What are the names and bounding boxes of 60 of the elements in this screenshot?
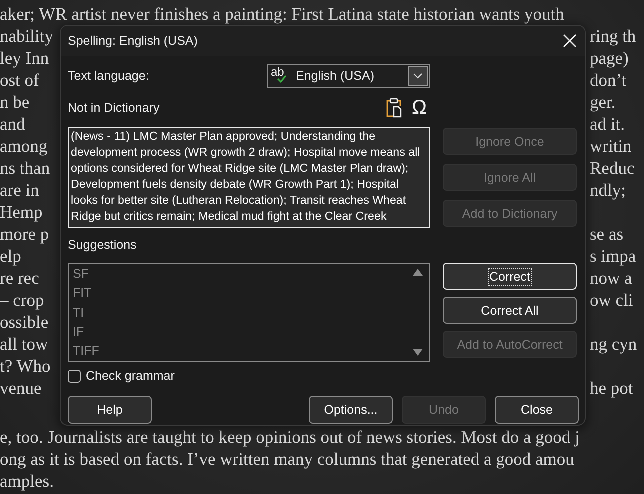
special-character-icon[interactable]: Ω (412, 98, 427, 118)
document-text: ring th (590, 25, 638, 47)
document-text: ad it. (590, 113, 626, 135)
document-text: nability (0, 25, 54, 47)
scroll-up-icon[interactable] (413, 269, 423, 276)
document-text: ost of (0, 69, 40, 91)
document-text: ger. (590, 91, 617, 113)
document-text: ndly; (590, 179, 627, 201)
section-label: Not in Dictionary (68, 101, 160, 115)
suggestion-item[interactable]: TIFF (73, 342, 425, 362)
suggestion-list[interactable]: SF FIT TI IF TIFF (68, 263, 430, 362)
language-dropdown[interactable]: ab English (USA) (267, 64, 430, 88)
document-text: page) (590, 47, 630, 69)
chevron-down-icon (413, 73, 423, 79)
document-text: amples. (0, 470, 54, 492)
suggestion-item[interactable]: SF (73, 265, 425, 284)
window-title: Spelling: English (USA) (68, 34, 198, 48)
suggestion-item[interactable]: TI (73, 304, 425, 323)
document-text: – crop (0, 289, 44, 311)
document-text: se as (590, 223, 625, 245)
document-text: elp (0, 245, 22, 267)
text-area[interactable]: (News - 11) LMC Master Plan approved; Understanding the development process (WR growth 2 draw); Hospital move means all options considered for Wheat Ridge site (LMC Master Plan draw); Development fuels density debate (WR Growth Part 1); Hospital looks for better site (Lutheran Relocation); Transit reaches Wheat Ridge but critics remain; Medical mud fight at the Clear Creek (68, 127, 430, 228)
document-text: ns than (0, 157, 50, 179)
document-text: Hemp (0, 201, 43, 223)
document-text: he pot (590, 377, 634, 399)
dialog-button[interactable]: Help (68, 396, 152, 424)
suggestion-item[interactable]: IF (73, 322, 425, 342)
paste-icon[interactable] (386, 98, 402, 118)
section-label: Suggestions (68, 237, 137, 254)
document-text: aker; WR artist never finishes a painting: First Latina state historian wants youth (0, 3, 564, 25)
document-text: ow cli (590, 289, 634, 311)
document-text: and (0, 113, 26, 135)
document-text: ley Inn (0, 47, 50, 69)
document-text: s impa (590, 245, 638, 267)
scroll-down-icon[interactable] (413, 349, 423, 356)
document-text: all tow (0, 333, 48, 355)
document-text: are in (0, 179, 40, 201)
checkbox-label[interactable]: Check grammar (86, 369, 175, 383)
document-text: among (0, 135, 48, 157)
document-text: more p (0, 223, 50, 245)
dialog-button[interactable]: Options... (309, 396, 393, 424)
document-text: t? Who (0, 355, 51, 377)
document-text: ossible (0, 311, 49, 333)
document-text: Reduc (590, 157, 636, 179)
document-text: venue (0, 377, 42, 399)
dialog-button[interactable]: Correct (443, 263, 577, 290)
document-text: ong as it is based on facts. I’ve written many columns that generated a good amou (0, 448, 574, 470)
document-text: don’t (590, 69, 628, 91)
document-text: ng cyn (590, 333, 638, 355)
dialog-button[interactable]: Correct All (443, 297, 577, 324)
document-text: n be (0, 91, 30, 113)
document-text: re rec (0, 267, 40, 289)
document-text: e, too. Journalists are taught to keep opinions out of news stories. Most do a good j (0, 426, 580, 448)
field-label: Text language: (68, 69, 150, 83)
dialog-button[interactable]: Close (495, 396, 579, 424)
document-text: writin (590, 135, 633, 157)
document-text: now a (590, 267, 634, 289)
close-icon[interactable] (563, 34, 577, 48)
checkbox[interactable] (68, 370, 81, 382)
suggestion-item[interactable]: FIT (73, 284, 425, 304)
